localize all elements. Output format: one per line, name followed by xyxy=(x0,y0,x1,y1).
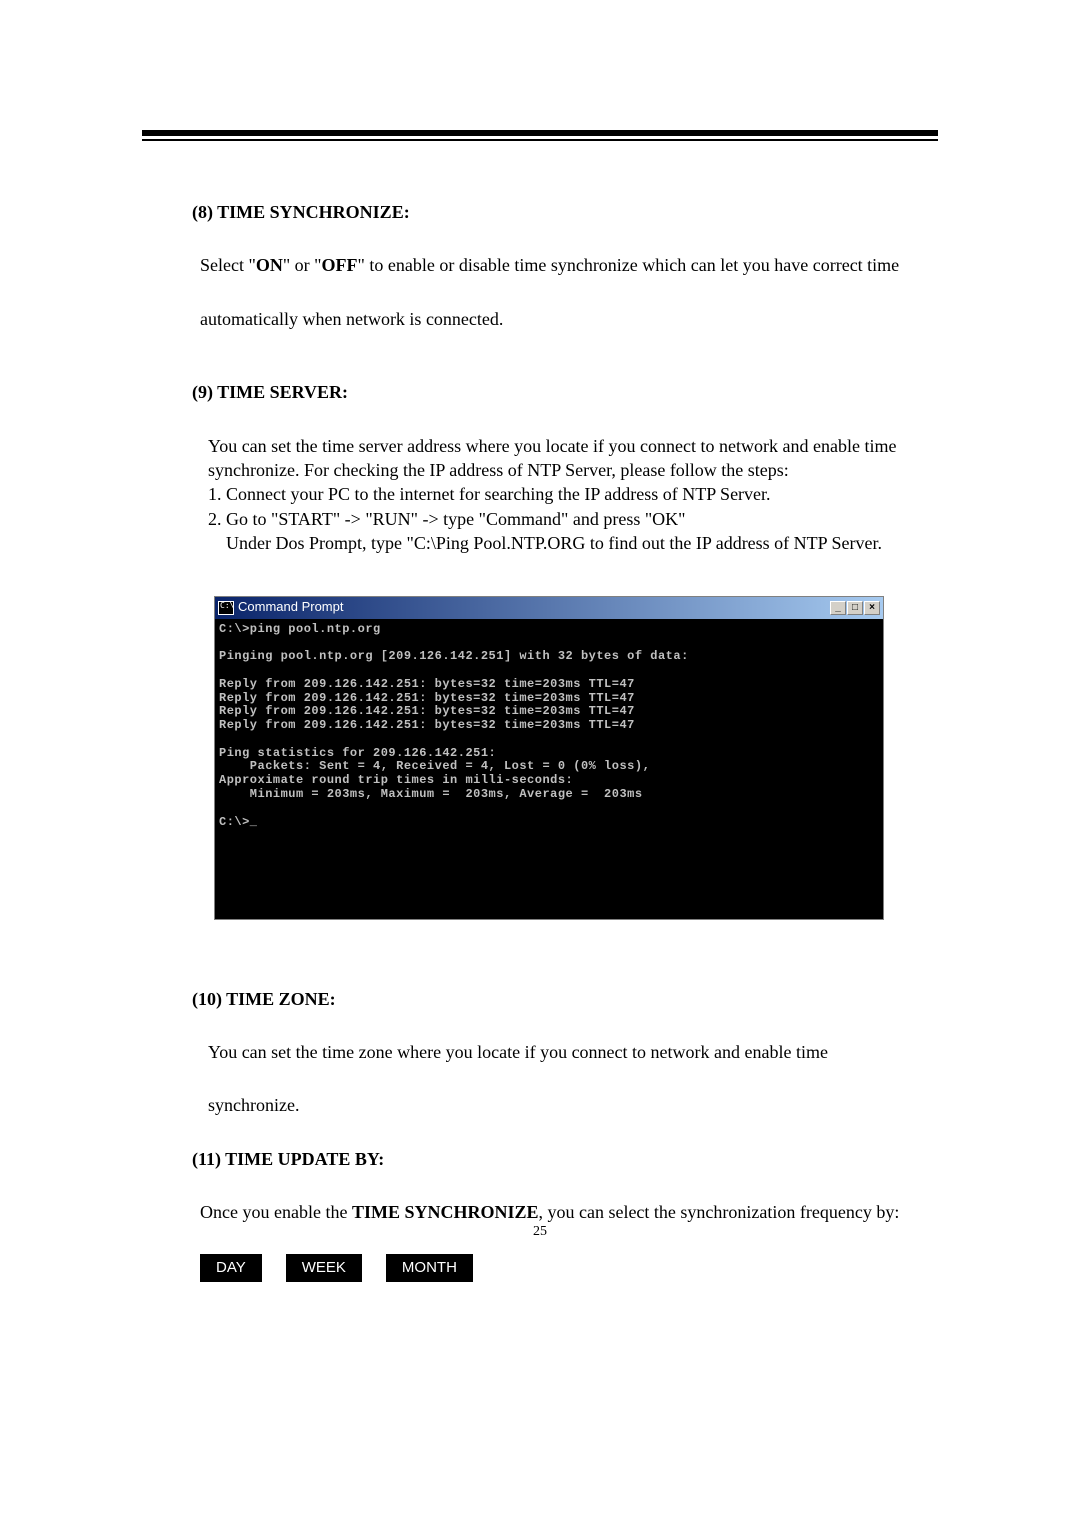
month-button[interactable]: MONTH xyxy=(386,1254,473,1282)
text: Select " xyxy=(200,255,256,275)
week-button[interactable]: WEEK xyxy=(286,1254,362,1282)
window-title: Command Prompt xyxy=(238,599,343,616)
day-button[interactable]: DAY xyxy=(200,1254,262,1282)
text: " or " xyxy=(283,255,322,275)
heading-time-update-by: (11) TIME UPDATE BY: xyxy=(192,1148,940,1171)
page-content: (8) TIME SYNCHRONIZE: Select "ON" or "OF… xyxy=(140,201,940,1282)
text-off: OFF xyxy=(322,255,358,275)
step-text: Under Dos Prompt, type "C:\Ping Pool.NTP… xyxy=(226,532,940,555)
maximize-button[interactable]: □ xyxy=(847,601,863,615)
paragraph-text: You can set the time zone where you loca… xyxy=(208,1041,940,1064)
command-prompt-icon xyxy=(218,601,234,615)
titlebar-left: Command Prompt xyxy=(218,599,343,616)
text-bold: TIME SYNCHRONIZE xyxy=(352,1202,539,1222)
paragraph-text: synchronize. For checking the IP address… xyxy=(208,459,940,482)
terminal-output: C:\>ping pool.ntp.org Pinging pool.ntp.o… xyxy=(215,619,883,919)
window-titlebar: Command Prompt _ □ × xyxy=(215,597,883,619)
text: " to enable or disable time synchronize … xyxy=(358,255,900,275)
paragraph-text: Select "ON" or "OFF" to enable or disabl… xyxy=(200,254,940,277)
page-number: 25 xyxy=(0,1224,1080,1240)
paragraph-text: You can set the time server address wher… xyxy=(208,435,940,458)
frequency-buttons: DAY WEEK MONTH xyxy=(200,1254,940,1282)
heading-time-zone: (10) TIME ZONE: xyxy=(192,988,940,1011)
step-text: 2. Go to "START" -> "RUN" -> type "Comma… xyxy=(208,508,940,531)
heading-time-server: (9) TIME SERVER: xyxy=(192,381,940,404)
section-divider xyxy=(142,130,938,141)
minimize-button[interactable]: _ xyxy=(830,601,846,615)
text: , you can select the synchronization fre… xyxy=(538,1202,899,1222)
step-text: 1. Connect your PC to the internet for s… xyxy=(208,483,940,506)
text-on: ON xyxy=(256,255,283,275)
heading-time-synchronize: (8) TIME SYNCHRONIZE: xyxy=(192,201,940,224)
close-button[interactable]: × xyxy=(864,601,880,615)
paragraph-text: synchronize. xyxy=(208,1094,940,1117)
text: Once you enable the xyxy=(200,1202,352,1222)
window-buttons: _ □ × xyxy=(830,601,880,615)
paragraph-group: You can set the time server address wher… xyxy=(208,435,940,556)
paragraph-text: automatically when network is connected. xyxy=(200,308,940,331)
paragraph-text: Once you enable the TIME SYNCHRONIZE, yo… xyxy=(200,1201,940,1224)
command-prompt-window: Command Prompt _ □ × C:\>ping pool.ntp.o… xyxy=(214,596,884,920)
